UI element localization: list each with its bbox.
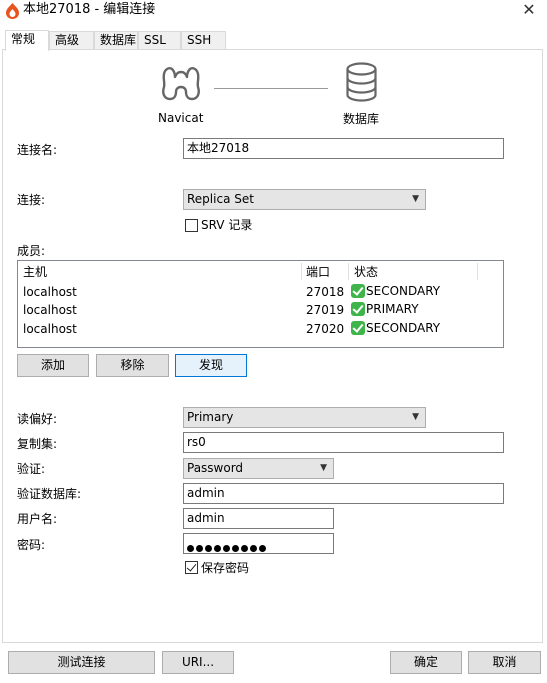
save-password-label: 保存密码	[201, 561, 250, 575]
auth-db-label: 验证数据库:	[17, 487, 82, 501]
member-host: localhost	[23, 285, 77, 299]
column-divider	[301, 263, 302, 280]
column-divider	[477, 263, 478, 280]
tab-general[interactable]: 常规	[5, 30, 49, 51]
close-icon[interactable]: ✕	[515, 0, 543, 20]
replica-set-input[interactable]: rs0	[183, 432, 504, 453]
password-mask	[187, 539, 268, 553]
password-dot	[232, 545, 239, 552]
status-ok-icon	[351, 284, 365, 298]
connection-line	[214, 88, 328, 89]
connection-type-select[interactable]: Replica Set ▼	[183, 189, 426, 210]
srv-checkbox[interactable]	[185, 219, 198, 232]
uri-button[interactable]: URI...	[162, 651, 234, 674]
remove-member-button[interactable]: 移除	[96, 354, 169, 377]
col-header-port: 端口	[306, 265, 331, 279]
srv-label: SRV 记录	[201, 218, 253, 232]
password-dot	[187, 545, 194, 552]
client-caption: Navicat	[158, 111, 204, 125]
username-input[interactable]: admin	[183, 508, 334, 529]
conn-name-input[interactable]: 本地27018	[183, 138, 504, 159]
title-bar: 本地27018 - 编辑连接 ✕	[0, 0, 547, 22]
status-ok-icon	[351, 321, 365, 335]
member-host: localhost	[23, 322, 77, 336]
col-header-host: 主机	[23, 265, 48, 279]
member-port: 27019	[306, 303, 345, 317]
password-label: 密码:	[17, 538, 46, 552]
member-status: PRIMARY	[366, 302, 419, 316]
auth-value: Password	[187, 461, 244, 475]
database-icon	[346, 62, 377, 102]
test-connection-button[interactable]: 测试连接	[8, 651, 155, 674]
window-title: 本地27018 - 编辑连接	[23, 2, 156, 17]
username-label: 用户名:	[17, 512, 58, 526]
auth-db-input[interactable]: admin	[183, 483, 504, 504]
tab-ssl[interactable]: SSL	[138, 31, 181, 50]
member-port: 27018	[306, 285, 345, 299]
server-caption: 数据库	[343, 112, 380, 126]
connection-label: 连接:	[17, 193, 46, 207]
member-port: 27020	[306, 322, 345, 336]
tab-bar: 常规 高级 数据库 SSL SSH	[0, 30, 547, 51]
auth-label: 验证:	[17, 462, 46, 476]
conn-name-label: 连接名:	[17, 143, 58, 157]
col-header-status: 状态	[354, 265, 379, 279]
cancel-button[interactable]: 取消	[468, 651, 541, 674]
add-member-button[interactable]: 添加	[17, 354, 89, 377]
members-label: 成员:	[17, 244, 46, 258]
password-dot	[259, 545, 266, 552]
chevron-down-icon: ▼	[412, 194, 419, 204]
connection-type-value: Replica Set	[187, 192, 254, 206]
navicat-logo-icon	[162, 67, 200, 101]
password-dot	[196, 545, 203, 552]
read-pref-label: 读偏好:	[17, 412, 58, 426]
password-dot	[214, 545, 221, 552]
password-input[interactable]	[183, 533, 334, 554]
password-dot	[241, 545, 248, 552]
password-dot	[205, 545, 212, 552]
chevron-down-icon: ▼	[320, 463, 327, 473]
discover-members-button[interactable]: 发现	[175, 354, 247, 377]
read-pref-select[interactable]: Primary ▼	[183, 407, 426, 428]
read-pref-value: Primary	[187, 410, 234, 424]
replica-set-label: 复制集:	[17, 437, 58, 451]
navicat-app-icon	[6, 3, 19, 19]
member-status: SECONDARY	[366, 321, 441, 335]
status-ok-icon	[351, 302, 365, 316]
ok-button[interactable]: 确定	[390, 651, 462, 674]
chevron-down-icon: ▼	[412, 412, 419, 422]
members-table[interactable]: 主机 端口 状态 localhost 27018 SECONDARY local…	[17, 260, 504, 348]
tab-databases[interactable]: 数据库	[94, 31, 138, 50]
member-status: SECONDARY	[366, 284, 441, 298]
column-divider	[348, 263, 349, 280]
save-password-checkbox[interactable]	[185, 561, 198, 574]
tab-ssh[interactable]: SSH	[181, 31, 226, 50]
tab-advanced[interactable]: 高级	[49, 31, 94, 50]
member-host: localhost	[23, 303, 77, 317]
password-dot	[250, 545, 257, 552]
password-dot	[223, 545, 230, 552]
auth-select[interactable]: Password ▼	[183, 458, 334, 479]
